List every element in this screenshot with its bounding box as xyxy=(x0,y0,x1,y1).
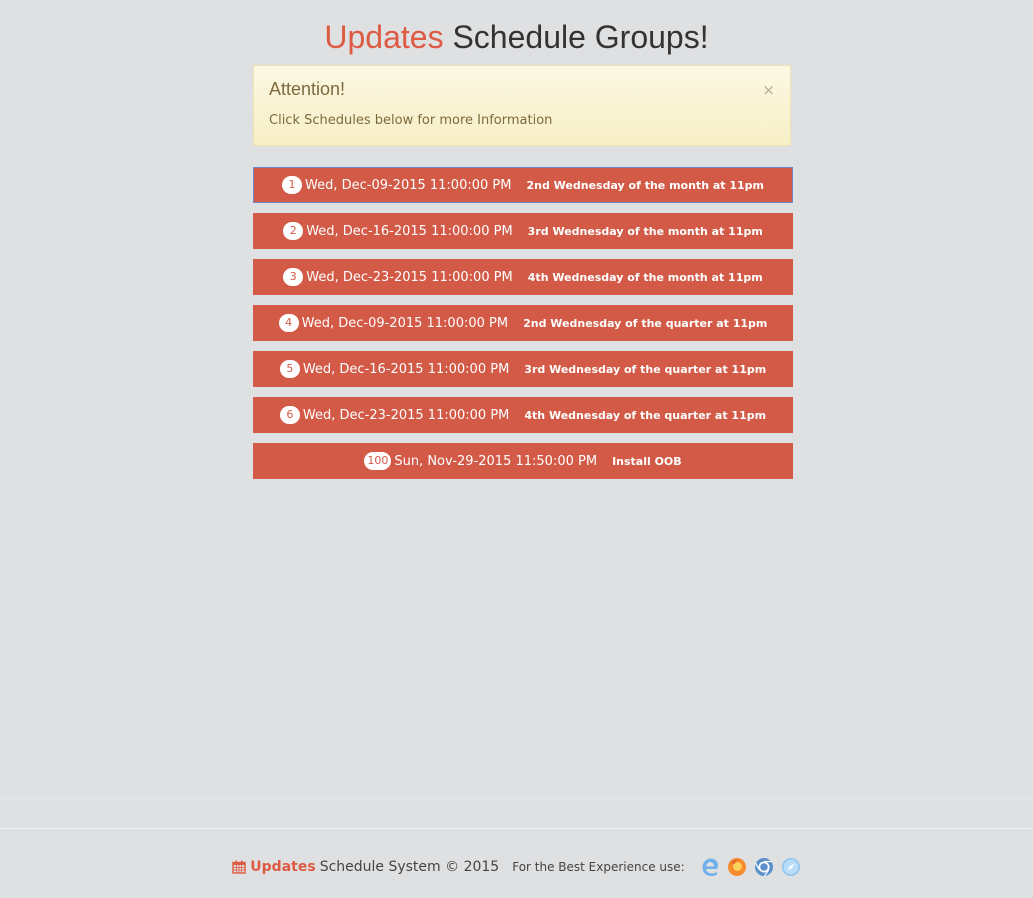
footer-best-experience: For the Best Experience use: xyxy=(512,860,685,874)
schedule-date: Wed, Dec-16-2015 11:00:00 PM xyxy=(306,223,513,239)
schedule-badge: 5 xyxy=(279,360,300,378)
page-title-rest: Schedule Groups! xyxy=(452,19,709,55)
schedule-item[interactable]: 100 Sun, Nov-29-2015 11:50:00 PM Install… xyxy=(253,443,793,479)
schedule-item[interactable]: 2 Wed, Dec-16-2015 11:00:00 PM 3rd Wedne… xyxy=(253,213,793,249)
footer: Updates Schedule System © 2015 For the B… xyxy=(0,857,1033,877)
schedule-item[interactable]: 4 Wed, Dec-09-2015 11:00:00 PM 2nd Wedne… xyxy=(253,305,793,341)
edge-icon[interactable] xyxy=(700,857,720,877)
schedule-description: 3rd Wednesday of the month at 11pm xyxy=(527,224,763,238)
page-title-accent: Updates xyxy=(324,19,444,55)
schedule-description: 2nd Wednesday of the month at 11pm xyxy=(526,178,765,192)
schedule-date: Wed, Dec-09-2015 11:00:00 PM xyxy=(304,177,512,193)
schedule-list: 1 Wed, Dec-09-2015 11:00:00 PM 2nd Wedne… xyxy=(253,167,793,489)
calendar-icon xyxy=(232,860,246,874)
divider xyxy=(0,828,1033,829)
schedule-date: Wed, Dec-09-2015 11:00:00 PM xyxy=(301,315,509,331)
page-title: Updates Schedule Groups! xyxy=(0,17,1033,57)
schedule-item[interactable]: 1 Wed, Dec-09-2015 11:00:00 PM 2nd Wedne… xyxy=(253,167,793,203)
footer-system-text: Schedule System © 2015 xyxy=(319,859,500,875)
schedule-badge: 2 xyxy=(283,222,304,240)
schedule-badge: 1 xyxy=(281,176,302,194)
schedule-badge: 3 xyxy=(283,268,304,286)
alert-message: Click Schedules below for more Informati… xyxy=(269,113,553,128)
schedule-date: Sun, Nov-29-2015 11:50:00 PM xyxy=(394,453,598,469)
schedule-badge: 6 xyxy=(279,406,300,424)
schedule-date: Wed, Dec-23-2015 11:00:00 PM xyxy=(302,407,510,423)
schedule-description: 4th Wednesday of the month at 11pm xyxy=(527,270,763,284)
schedule-item[interactable]: 3 Wed, Dec-23-2015 11:00:00 PM 4th Wedne… xyxy=(253,259,793,295)
chrome-icon[interactable] xyxy=(754,857,774,877)
schedule-description: 2nd Wednesday of the quarter at 11pm xyxy=(523,316,768,330)
safari-icon[interactable] xyxy=(781,857,801,877)
divider xyxy=(0,798,1033,799)
footer-brand: Updates xyxy=(250,859,316,875)
schedule-description: 3rd Wednesday of the quarter at 11pm xyxy=(524,362,767,376)
firefox-icon[interactable] xyxy=(727,857,747,877)
schedule-date: Wed, Dec-16-2015 11:00:00 PM xyxy=(302,361,510,377)
schedule-description: Install OOB xyxy=(612,454,682,468)
alert-title: Attention! xyxy=(269,79,346,99)
schedule-description: 4th Wednesday of the quarter at 11pm xyxy=(524,408,767,422)
schedule-date: Wed, Dec-23-2015 11:00:00 PM xyxy=(306,269,513,285)
page: Updates Schedule Groups! Attention! Clic… xyxy=(0,0,1033,898)
schedule-badge: 100 xyxy=(364,452,392,470)
close-icon[interactable]: × xyxy=(762,81,775,99)
schedule-badge: 4 xyxy=(278,314,299,332)
schedule-item[interactable]: 5 Wed, Dec-16-2015 11:00:00 PM 3rd Wedne… xyxy=(253,351,793,387)
schedule-item[interactable]: 6 Wed, Dec-23-2015 11:00:00 PM 4th Wedne… xyxy=(253,397,793,433)
attention-alert: Attention! Click Schedules below for mor… xyxy=(253,65,791,146)
